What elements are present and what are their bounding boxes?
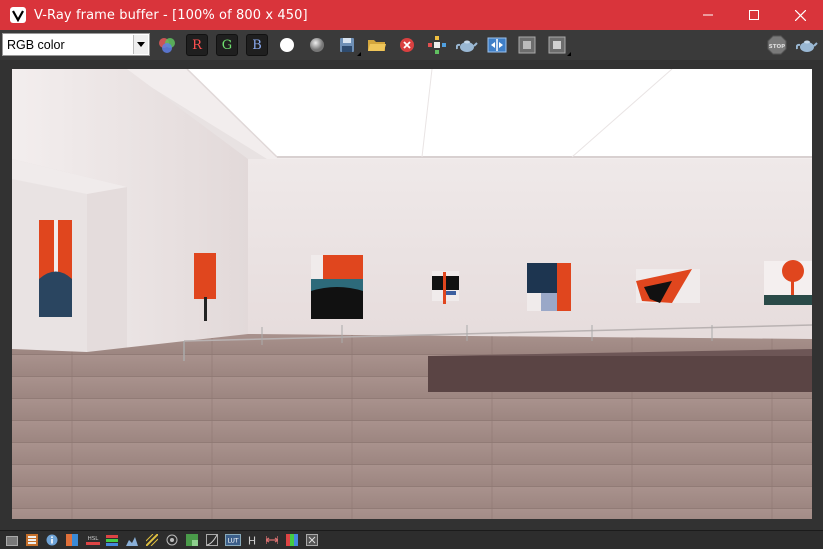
lens-effects-icon[interactable]: [165, 533, 179, 547]
color-correction-icon[interactable]: [65, 533, 79, 547]
h-label: H: [248, 535, 256, 547]
history-window-icon[interactable]: [5, 533, 19, 547]
title-bar: V-Ray frame buffer - [100% of 800 x 450]: [0, 0, 823, 30]
viewport[interactable]: [0, 60, 823, 530]
compare-ab-icon[interactable]: [486, 34, 508, 56]
exposure-icon[interactable]: [145, 533, 159, 547]
color-bar-icon[interactable]: [285, 533, 299, 547]
curves-icon[interactable]: [125, 533, 139, 547]
vray-logo-icon[interactable]: [10, 7, 26, 23]
hsl-label: HSL: [88, 536, 100, 542]
channel-select-value: RGB color: [7, 37, 65, 52]
color-channels-icon[interactable]: [156, 34, 178, 56]
channel-select[interactable]: RGB color: [2, 33, 150, 56]
load-image-icon[interactable]: [366, 34, 388, 56]
mono-icon[interactable]: [306, 34, 328, 56]
info-icon[interactable]: [45, 533, 59, 547]
lut-label: LUT: [227, 538, 238, 545]
status-bar: HSL LUT H: [0, 530, 823, 549]
region-lock-icon[interactable]: [546, 34, 571, 56]
background-icon[interactable]: [185, 533, 199, 547]
blue-channel-button[interactable]: B: [246, 34, 268, 56]
pixel-info-icon[interactable]: [305, 533, 319, 547]
close-icon[interactable]: [777, 0, 823, 30]
render-teapot-icon[interactable]: [456, 34, 478, 56]
toolbar: RGB color R G B STOP: [0, 30, 823, 60]
lut-graph-icon[interactable]: [205, 533, 219, 547]
histogram-h-icon[interactable]: H: [245, 533, 259, 547]
render-image[interactable]: [12, 69, 812, 519]
stop-label: STOP: [769, 44, 785, 50]
stop-render-icon[interactable]: STOP: [766, 34, 788, 56]
green-channel-button[interactable]: G: [216, 34, 238, 56]
minimize-icon[interactable]: [685, 0, 731, 30]
stamp-icon[interactable]: [265, 533, 279, 547]
window-title: V-Ray frame buffer - [100% of 800 x 450]: [34, 7, 308, 23]
levels-icon[interactable]: [105, 533, 119, 547]
red-channel-button[interactable]: R: [186, 34, 208, 56]
render-last-icon[interactable]: [796, 34, 818, 56]
hsl-icon[interactable]: HSL: [85, 533, 101, 547]
white-alpha-icon[interactable]: [276, 34, 298, 56]
lut-icon[interactable]: LUT: [225, 533, 241, 547]
chevron-down-icon[interactable]: [133, 35, 148, 54]
track-mouse-icon[interactable]: [426, 34, 448, 56]
maximize-icon[interactable]: [731, 0, 777, 30]
render-elements-icon[interactable]: [25, 533, 39, 547]
clear-image-icon[interactable]: [396, 34, 418, 56]
save-image-icon[interactable]: [336, 34, 361, 56]
region-icon[interactable]: [516, 34, 538, 56]
